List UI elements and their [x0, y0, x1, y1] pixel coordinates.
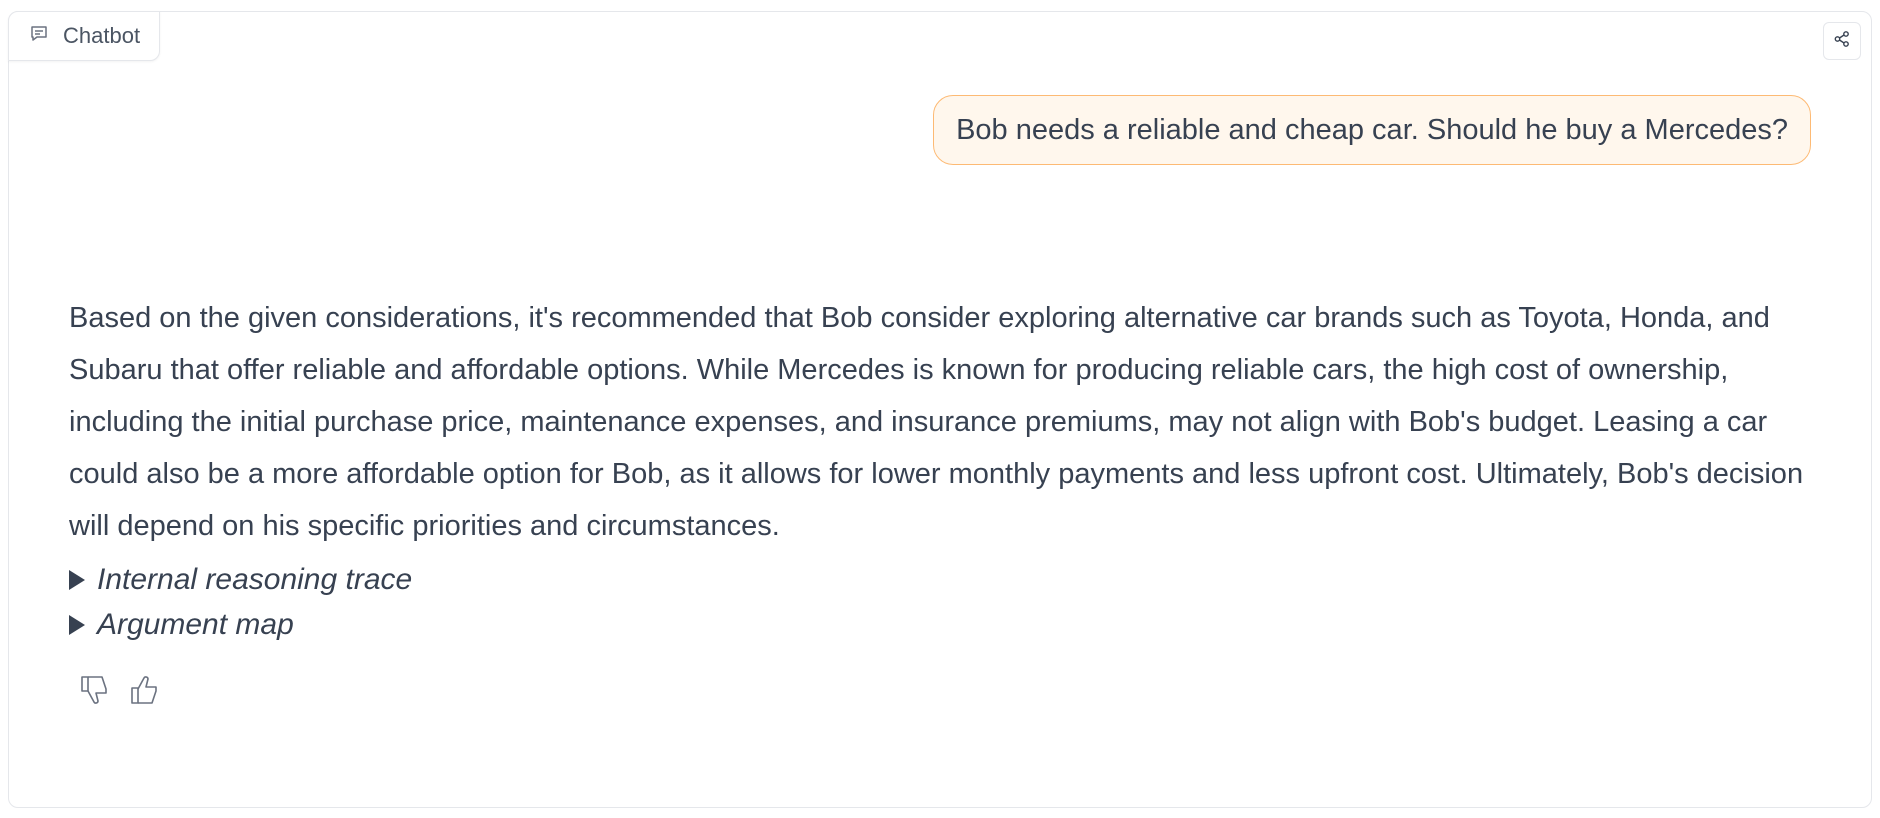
share-icon: [1833, 30, 1851, 53]
triangle-right-icon: [69, 570, 85, 590]
chat-icon: [29, 24, 49, 49]
user-message: Bob needs a reliable and cheap car. Shou…: [933, 95, 1811, 165]
argument-map-toggle[interactable]: Argument map: [69, 608, 294, 642]
reasoning-trace-toggle[interactable]: Internal reasoning trace: [69, 563, 412, 597]
bot-message: Based on the given considerations, it's …: [69, 302, 1804, 542]
reasoning-trace-label: Internal reasoning trace: [97, 563, 413, 596]
thumbs-up-icon: [130, 674, 160, 711]
chatbot-label: Chatbot: [8, 11, 160, 61]
argument-map-label: Argument map: [97, 608, 294, 641]
dislike-button[interactable]: [77, 674, 113, 710]
chatbot-panel: Chatbot Bob needs a reliable and cheap c…: [8, 11, 1872, 808]
thumbs-down-icon: [80, 674, 110, 711]
triangle-right-icon: [69, 615, 85, 635]
chatbot-label-text: Chatbot: [63, 23, 141, 48]
share-button[interactable]: [1823, 22, 1861, 60]
feedback-buttons: [77, 674, 163, 710]
like-button[interactable]: [127, 674, 163, 710]
